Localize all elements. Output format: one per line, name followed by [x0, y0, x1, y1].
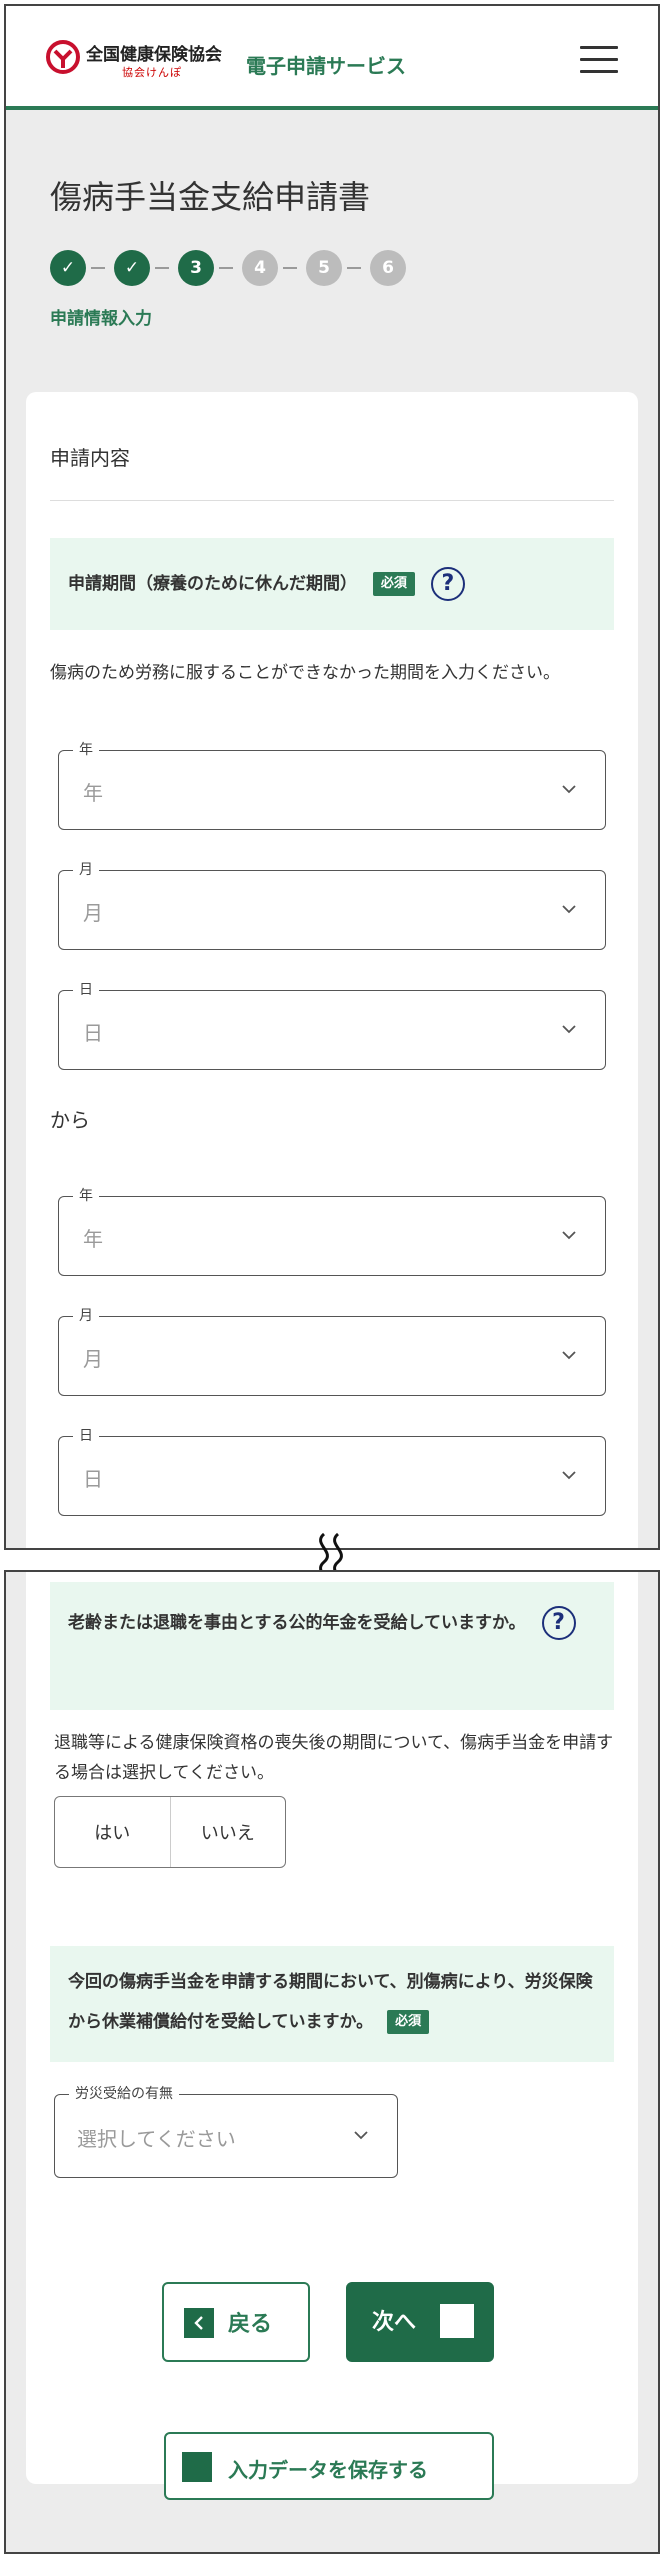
chevron-down-icon — [562, 1471, 576, 1480]
from-year-select[interactable]: 年 年 — [58, 739, 606, 830]
section-divider — [50, 500, 614, 501]
section-title: 申請内容 — [50, 446, 130, 470]
period-question: 申請期間（療養のために休んだ期間） 必須 ? — [68, 564, 465, 604]
screen-top: 全国健康保険協会 協会けんぽ 電子申請サービス 傷病手当金支給申請書 ✓ ✓ 3… — [4, 4, 660, 1550]
kyokai-logo-icon — [46, 40, 80, 74]
square-icon — [440, 2304, 474, 2338]
step-3: 3 — [178, 250, 214, 286]
pension-toggle: はい いいえ — [54, 1796, 286, 1868]
from-to-label: から — [50, 1108, 90, 1132]
chevron-down-icon — [562, 1231, 576, 1240]
square-icon — [182, 2452, 212, 2482]
to-year-select[interactable]: 年 年 — [58, 1185, 606, 1276]
help-icon[interactable]: ? — [430, 567, 465, 601]
step-1-check-icon: ✓ — [50, 250, 86, 286]
from-day-select[interactable]: 日 日 — [58, 979, 606, 1070]
chevron-down-icon — [562, 785, 576, 794]
page-title: 傷病手当金支給申請書 — [50, 178, 371, 216]
from-month-select[interactable]: 月 月 — [58, 859, 606, 950]
to-month-select[interactable]: 月 月 — [58, 1305, 606, 1396]
org-subname: 協会けんぽ — [122, 66, 182, 79]
step-6: 6 — [370, 250, 406, 286]
service-name: 電子申請サービス — [246, 54, 406, 78]
step-5: 5 — [306, 250, 342, 286]
workers-comp-select[interactable]: 労災受給の有無 選択してください — [54, 2083, 398, 2178]
chevron-down-icon — [562, 905, 576, 914]
pension-question-box: 老齢または退職を事由とする公的年金を受給していますか。 ? — [50, 1582, 614, 1710]
org-name: 全国健康保険協会 — [86, 45, 222, 65]
screen-bottom: 老齢または退職を事由とする公的年金を受給していますか。 ? 退職等による健康保険… — [4, 1570, 660, 2554]
pension-description: 退職等による健康保険資格の喪失後の期間について、傷病手当金を申請する場合は選択し… — [54, 1733, 614, 1783]
save-input-button[interactable]: 入力データを保存する — [164, 2432, 494, 2500]
form-card-continued: 老齢または退職を事由とする公的年金を受給していますか。 ? 退職等による健康保険… — [26, 1572, 638, 2484]
back-button[interactable]: 戻る — [162, 2282, 310, 2362]
current-step-label: 申請情報入力 — [50, 309, 152, 329]
period-description: 傷病のため労務に服することができなかった期間を入力ください。 — [50, 663, 560, 683]
pension-no-option[interactable]: いいえ — [169, 1797, 286, 1867]
next-button[interactable]: 次へ — [346, 2282, 494, 2362]
pension-question: 老齢または退職を事由とする公的年金を受給していますか。 ? — [68, 1602, 588, 1644]
chevron-down-icon — [562, 1351, 576, 1360]
chevron-left-icon — [184, 2308, 214, 2338]
step-4: 4 — [242, 250, 278, 286]
required-badge: 必須 — [372, 572, 415, 596]
help-icon[interactable]: ? — [541, 1606, 576, 1640]
form-card: 申請内容 申請期間（療養のために休んだ期間） 必須 ? 傷病のため労務に服するこ… — [26, 392, 638, 1548]
required-badge: 必須 — [387, 2010, 430, 2034]
pension-yes-option[interactable]: はい — [55, 1797, 170, 1867]
app-header: 全国健康保険協会 協会けんぽ 電子申請サービス — [6, 6, 658, 110]
period-question-box: 申請期間（療養のために休んだ期間） 必須 ? — [50, 538, 614, 630]
workers-comp-question: 今回の傷病手当金を申請する期間において、別傷病により、労災保険から休業補償給付を… — [68, 1972, 593, 2034]
to-day-select[interactable]: 日 日 — [58, 1425, 606, 1516]
hamburger-menu-icon[interactable] — [580, 46, 618, 74]
chevron-down-icon — [354, 2131, 368, 2140]
step-2-check-icon: ✓ — [114, 250, 150, 286]
workers-comp-question-box: 今回の傷病手当金を申請する期間において、別傷病により、労災保険から休業補償給付を… — [50, 1946, 614, 2062]
chevron-down-icon — [562, 1025, 576, 1034]
